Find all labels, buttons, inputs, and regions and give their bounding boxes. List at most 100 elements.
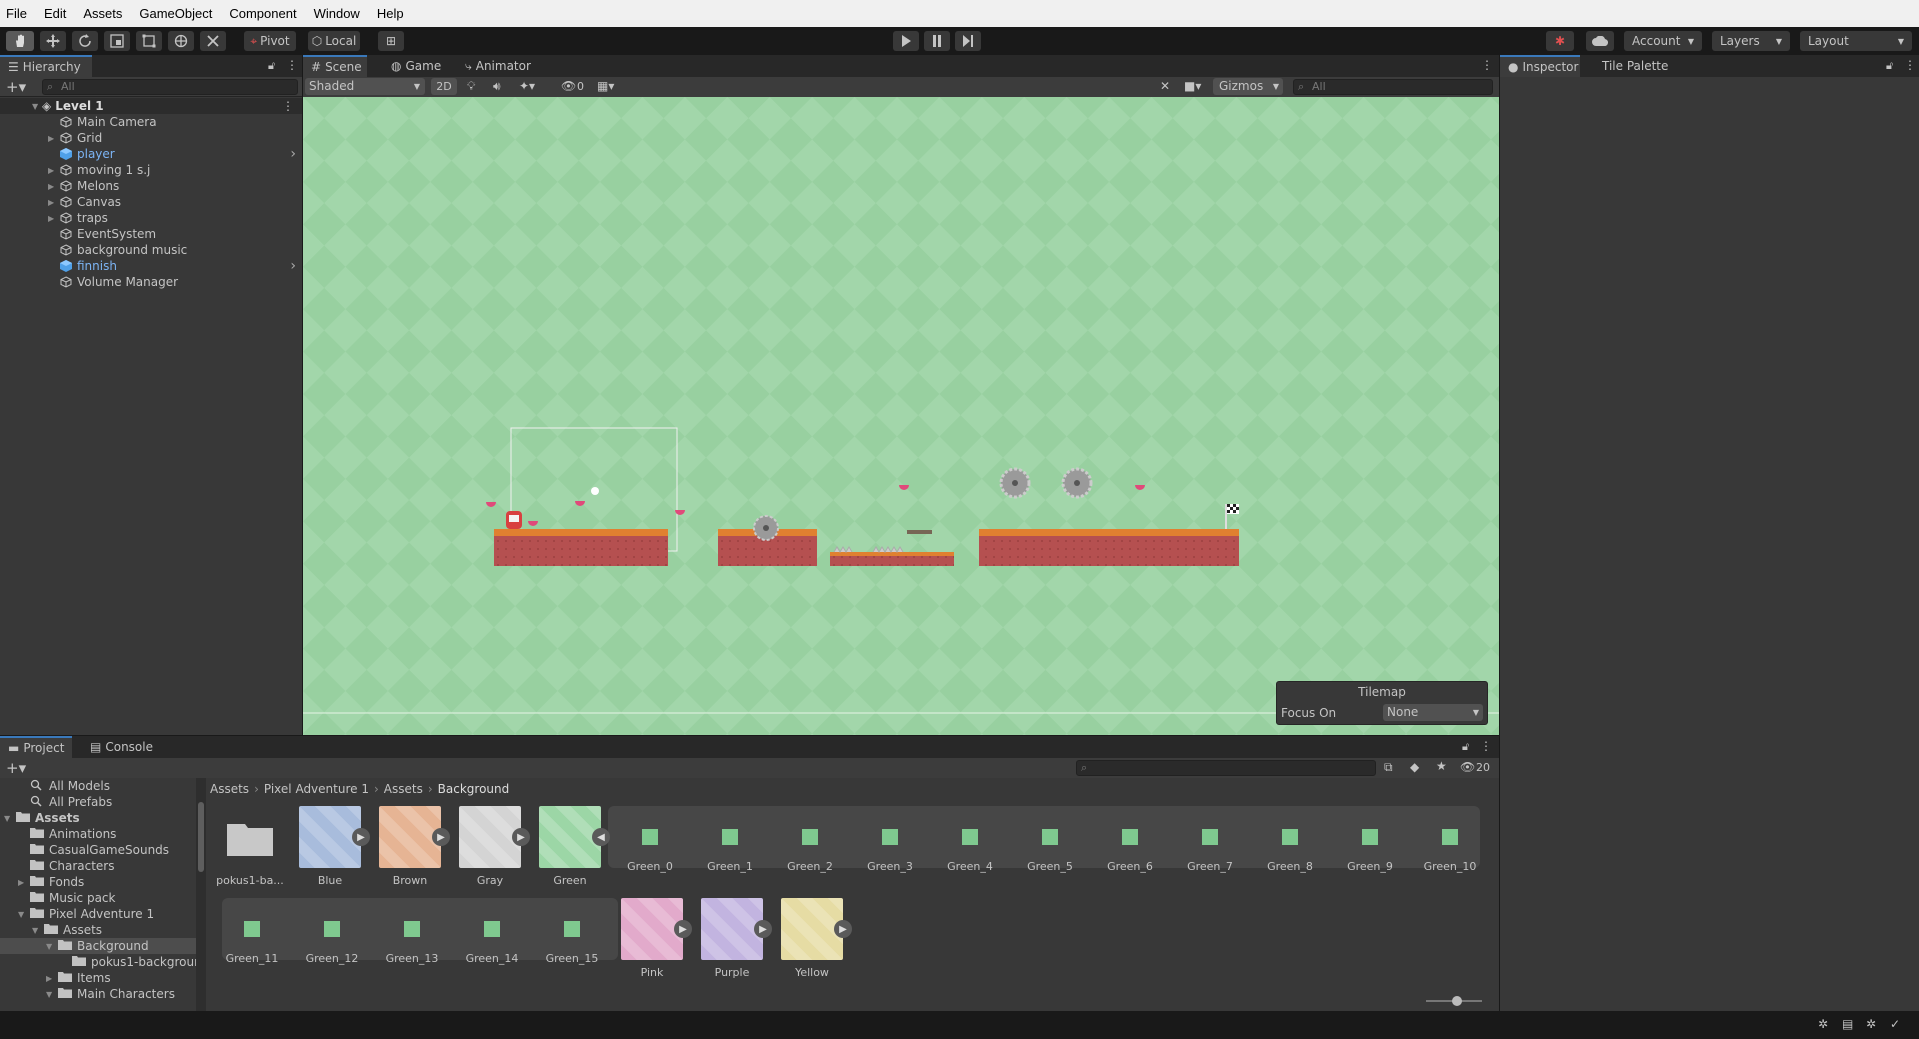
expand-arrow-icon[interactable]: ▶ xyxy=(18,878,24,887)
project-tree-item[interactable]: ▼ Pixel Adventure 1 xyxy=(0,906,196,922)
asset-folder[interactable]: pokus1-ba... xyxy=(210,806,290,887)
project-tree-item[interactable]: ▶ Fonds xyxy=(0,874,196,890)
shading-mode-dropdown[interactable]: Shaded ▼ xyxy=(305,78,425,95)
expand-arrow-icon[interactable]: ▼ xyxy=(32,926,38,935)
tab-scene[interactable]: # Scene xyxy=(303,55,367,77)
grid-snap-button[interactable]: ⊞ xyxy=(378,31,404,51)
sprite-item[interactable]: Green_3 xyxy=(850,806,930,873)
expand-arrow-icon[interactable]: ▶ xyxy=(754,920,772,938)
expand-arrow-icon[interactable]: ▼ xyxy=(32,102,42,111)
toggle-2d-button[interactable]: 2D xyxy=(431,78,457,95)
hierarchy-item[interactable]: finnish › xyxy=(0,258,302,274)
tab-project[interactable]: ▬ Project xyxy=(0,736,72,758)
chevron-right-icon[interactable]: › xyxy=(290,146,296,162)
filter-type-icon[interactable]: ⧉ xyxy=(1384,760,1393,775)
menu-gameobject[interactable]: GameObject xyxy=(139,6,212,21)
grid-visibility-icon[interactable]: ▦▾ xyxy=(597,79,614,93)
project-tree-item[interactable]: pokus1-backgrour xyxy=(0,954,196,970)
expand-arrow-icon[interactable]: ▶ xyxy=(48,166,54,175)
hierarchy-item[interactable]: ▶ Canvas xyxy=(0,194,302,210)
project-search-input[interactable]: ⌕ xyxy=(1076,760,1376,776)
tab-console[interactable]: ▤ Console xyxy=(82,736,161,758)
chevron-right-icon[interactable]: › xyxy=(290,258,296,274)
project-tree-item[interactable]: ▼ Background xyxy=(0,938,196,954)
expand-arrow-icon[interactable]: ▶ xyxy=(674,920,692,938)
check-icon[interactable]: ✓ xyxy=(1890,1017,1900,1031)
custom-tool-button[interactable] xyxy=(200,31,226,51)
menu-edit[interactable]: Edit xyxy=(44,6,66,21)
expand-arrow-icon[interactable]: ▶ xyxy=(46,974,52,983)
filter-label-icon[interactable]: ◆ xyxy=(1410,760,1419,774)
project-tree-item[interactable]: Music pack xyxy=(0,890,196,906)
sprite-item[interactable]: Green_4 xyxy=(930,806,1010,873)
breadcrumb-item-current[interactable]: Background xyxy=(438,782,510,796)
collab-button[interactable]: ✱ xyxy=(1546,31,1574,51)
asset-texture[interactable]: Pink xyxy=(612,898,692,979)
sprite-item[interactable]: Green_13 xyxy=(372,898,452,965)
lock-icon[interactable]: 🔓︎ xyxy=(1886,59,1893,73)
project-tree-item[interactable]: ▼ Main Characters xyxy=(0,986,196,1002)
sprite-item[interactable]: Green_6 xyxy=(1090,806,1170,873)
expand-arrow-icon[interactable]: ▶ xyxy=(48,134,54,143)
project-tree-item[interactable]: ▼ Assets xyxy=(0,810,196,826)
hierarchy-item[interactable]: ▶ moving 1 s.j xyxy=(0,162,302,178)
expand-arrow-icon[interactable]: ▶ xyxy=(48,182,54,191)
project-tree-item[interactable]: CasualGameSounds xyxy=(0,842,196,858)
saw-trap[interactable] xyxy=(1061,467,1093,499)
rotate-tool-button[interactable] xyxy=(72,31,98,51)
sprite-item[interactable]: Green_7 xyxy=(1170,806,1250,873)
project-tree-item[interactable]: ▼ Assets xyxy=(0,922,196,938)
move-tool-button[interactable] xyxy=(40,31,66,51)
transform-tool-button[interactable] xyxy=(168,31,194,51)
lock-icon[interactable]: 🔓︎ xyxy=(1462,740,1469,754)
player-sprite[interactable] xyxy=(506,511,522,529)
more-menu-icon[interactable]: ⋮ xyxy=(282,99,294,113)
expand-arrow-icon[interactable]: ▶ xyxy=(834,920,852,938)
expand-arrow-icon[interactable]: ▼ xyxy=(4,814,10,823)
asset-texture[interactable]: Brown xyxy=(370,806,450,887)
scene-root-row[interactable]: ▼ ◈ Level 1 ⋮ xyxy=(0,98,302,114)
debug-icon[interactable]: ✲ xyxy=(1818,1017,1828,1031)
audio-icon[interactable]: 🔊︎ xyxy=(493,79,501,94)
rect-tool-button[interactable] xyxy=(136,31,162,51)
add-icon[interactable]: +▾ xyxy=(6,759,26,777)
layers-dropdown[interactable]: Layers ▼ xyxy=(1712,31,1790,51)
effects-icon[interactable]: ✦▾ xyxy=(519,79,535,93)
cloud-button[interactable] xyxy=(1586,31,1614,51)
db-icon[interactable]: ▤ xyxy=(1842,1017,1853,1031)
asset-texture[interactable]: Yellow xyxy=(772,898,852,979)
sprite-item[interactable]: Green_9 xyxy=(1330,806,1410,873)
breadcrumb-item[interactable]: Pixel Adventure 1 xyxy=(264,782,369,796)
gizmos-dropdown[interactable]: Gizmos ▼ xyxy=(1213,78,1283,95)
scene-visibility-icon[interactable]: 👁︎ xyxy=(561,79,576,93)
play-button[interactable] xyxy=(893,31,919,51)
menu-file[interactable]: File xyxy=(6,6,27,21)
hidden-packages-icon[interactable]: 👁︎ xyxy=(1460,760,1475,774)
platform-1[interactable] xyxy=(494,529,668,566)
more-menu-icon[interactable]: ⋮ xyxy=(1480,739,1492,753)
hierarchy-item[interactable]: Volume Manager xyxy=(0,274,302,290)
hierarchy-item[interactable]: ▶ Grid xyxy=(0,130,302,146)
menu-window[interactable]: Window xyxy=(314,6,360,21)
menu-component[interactable]: Component xyxy=(229,6,296,21)
focus-on-dropdown[interactable]: None ▼ xyxy=(1383,704,1483,721)
sprite-item[interactable]: Green_5 xyxy=(1010,806,1090,873)
sprite-item[interactable]: Green_2 xyxy=(770,806,850,873)
layout-dropdown[interactable]: Layout ▼ xyxy=(1800,31,1912,51)
hand-tool-button[interactable] xyxy=(6,31,34,51)
icon-size-slider-thumb[interactable] xyxy=(1452,996,1462,1006)
tab-tile-palette[interactable]: Tile Palette xyxy=(1594,55,1676,77)
tab-hierarchy[interactable]: ☰ Hierarchy xyxy=(0,55,92,77)
step-button[interactable] xyxy=(955,31,981,51)
tab-animator[interactable]: ⤷ Animator xyxy=(457,55,539,77)
breadcrumb-item[interactable]: Assets xyxy=(210,782,249,796)
saw-trap[interactable] xyxy=(999,467,1031,499)
scene-search-input[interactable]: ⌕ All xyxy=(1293,79,1493,95)
sprite-item[interactable]: Green_1 xyxy=(690,806,770,873)
account-dropdown[interactable]: Account ▼ xyxy=(1624,31,1702,51)
moving-platform[interactable] xyxy=(907,530,932,534)
local-toggle[interactable]: ⬡ Local xyxy=(308,31,360,51)
expand-arrow-icon[interactable]: ▶ xyxy=(352,828,370,846)
tab-inspector[interactable]: ● Inspector xyxy=(1500,55,1580,77)
platform-4[interactable] xyxy=(979,529,1239,566)
